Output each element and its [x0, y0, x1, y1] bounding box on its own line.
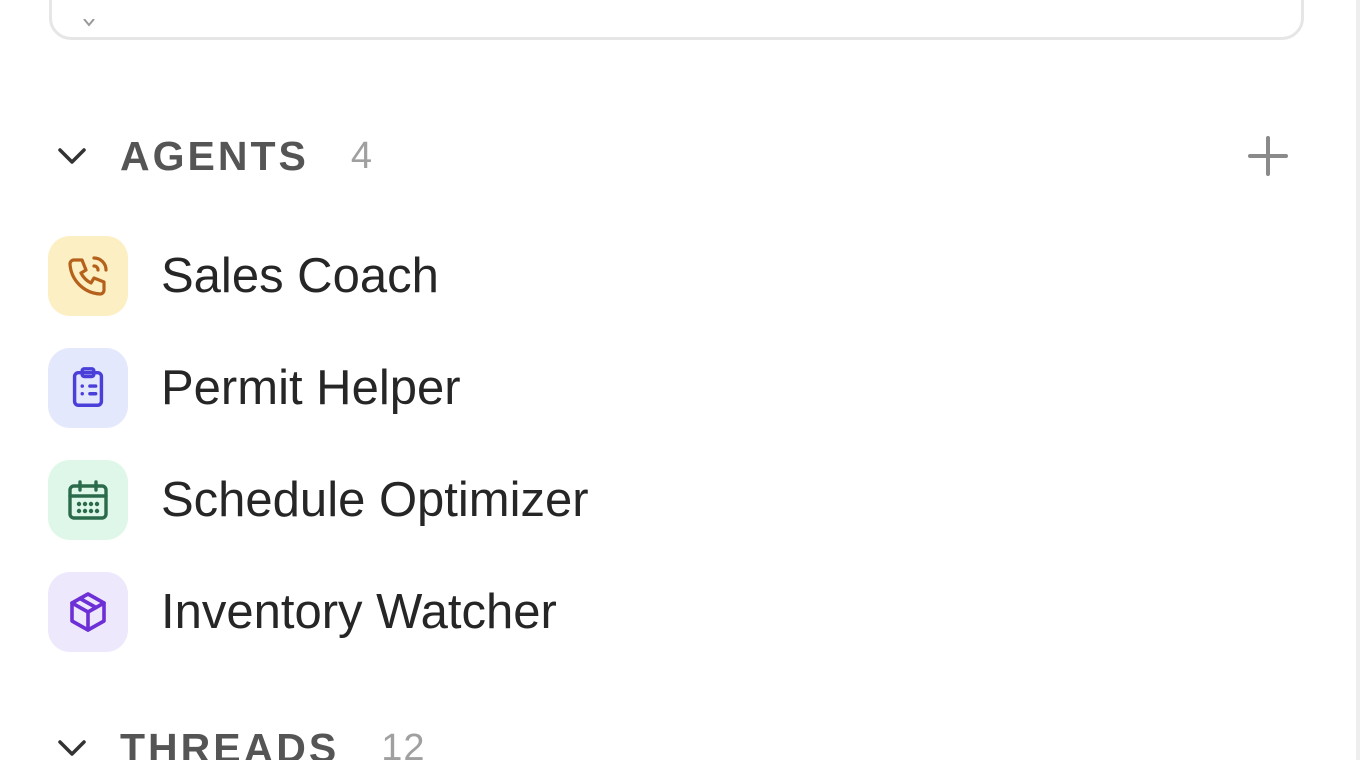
agent-item-sales-coach[interactable]: Sales Coach: [48, 236, 1298, 316]
agent-label: Inventory Watcher: [161, 585, 557, 639]
chevron-down-icon[interactable]: [52, 728, 92, 760]
phone-icon: [48, 236, 128, 316]
plus-icon: [1248, 136, 1288, 176]
calendar-icon: [48, 460, 128, 540]
agent-list: Sales Coach Permit Helper Schedule Optim…: [48, 236, 1298, 684]
package-icon: [48, 572, 128, 652]
agent-label: Sales Coach: [161, 249, 439, 303]
threads-count: 12: [381, 726, 426, 760]
agent-item-permit-helper[interactable]: Permit Helper: [48, 348, 1298, 428]
search-icon: [83, 19, 95, 27]
sidebar-panel: AGENTS 4 Sales Coach Permit Helper Sched…: [0, 0, 1360, 760]
agent-label: Permit Helper: [161, 361, 461, 415]
agents-section-title: AGENTS: [120, 132, 309, 179]
threads-section-title: THREADS: [120, 724, 340, 760]
chevron-down-icon[interactable]: [52, 136, 92, 176]
agents-count: 4: [350, 134, 373, 177]
agent-item-schedule-optimizer[interactable]: Schedule Optimizer: [48, 460, 1298, 540]
clipboard-list-icon: [48, 348, 128, 428]
agents-section-header[interactable]: AGENTS 4: [52, 132, 1302, 180]
panel-divider: [1356, 0, 1360, 760]
search-input[interactable]: [49, 0, 1304, 40]
threads-section-header[interactable]: THREADS 12: [52, 724, 1302, 760]
agent-item-inventory-watcher[interactable]: Inventory Watcher: [48, 572, 1298, 652]
add-agent-button[interactable]: [1246, 134, 1290, 178]
agent-label: Schedule Optimizer: [161, 473, 589, 527]
